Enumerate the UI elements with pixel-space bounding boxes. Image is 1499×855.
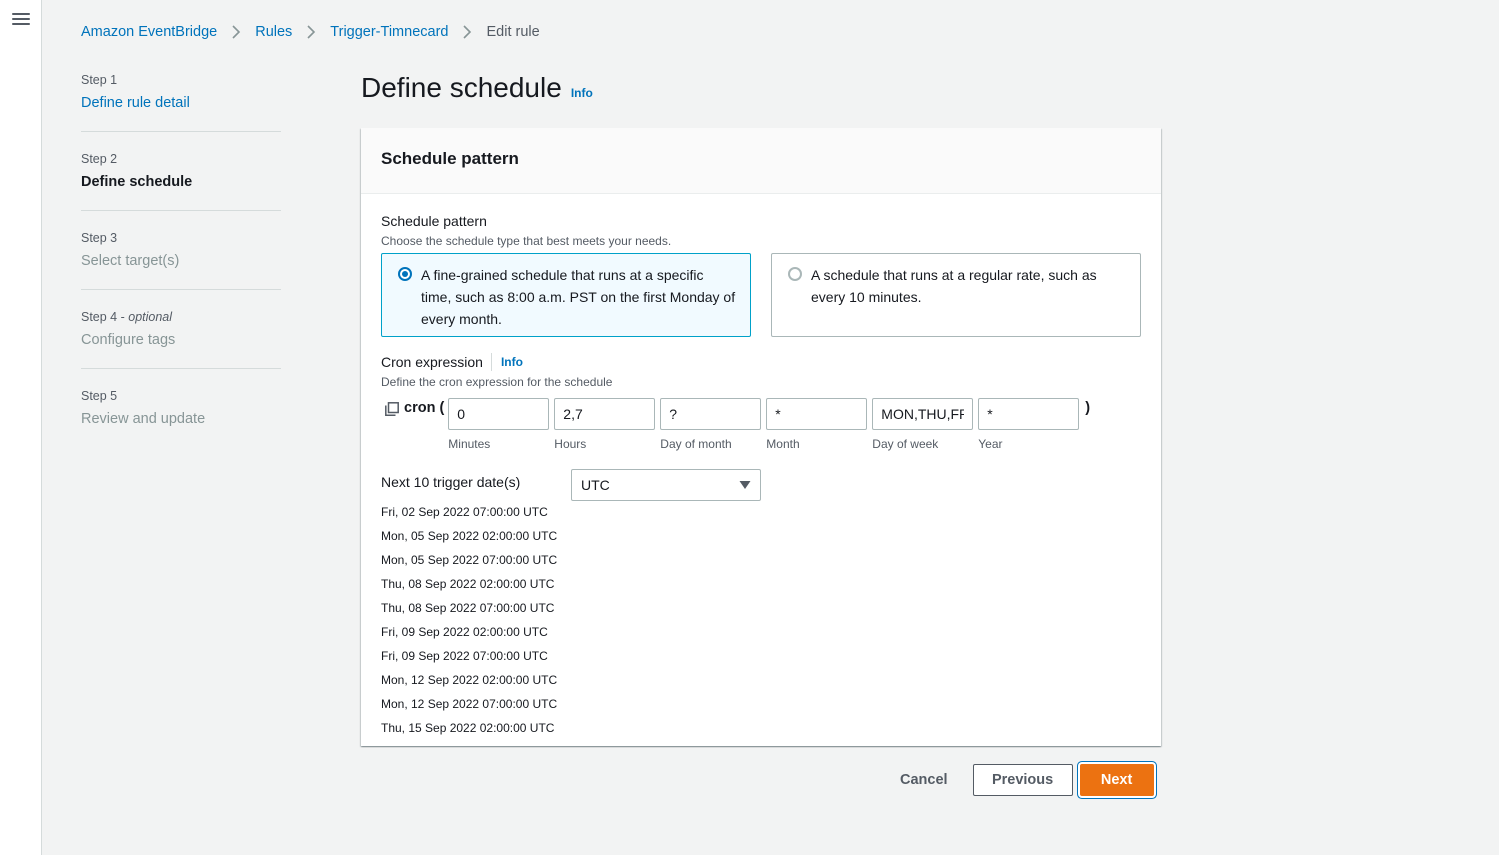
step-define-rule-detail[interactable]: Define rule detail: [81, 93, 281, 113]
next-trigger-section: Next 10 trigger date(s) Fri, 02 Sep 2022…: [381, 469, 1141, 744]
step-define-schedule: Define schedule: [81, 174, 193, 190]
step-4: Step 4 - optional Configure tags: [81, 309, 281, 369]
trigger-date: Thu, 08 Sep 2022 07:00:00 UTC: [381, 601, 555, 615]
cron-expression-label: Cron expression: [381, 353, 492, 371]
cron-field-month: Month: [766, 398, 868, 451]
timezone-value: UTC: [581, 477, 610, 493]
step-review-and-update: Review and update: [81, 411, 206, 427]
step-configure-tags: Configure tags: [81, 332, 176, 348]
chevron-right-icon: [462, 25, 472, 39]
trigger-date: Mon, 05 Sep 2022 07:00:00 UTC: [381, 553, 558, 567]
radio-button[interactable]: [398, 267, 412, 281]
cron-close: ): [1085, 400, 1091, 416]
chevron-right-icon: [306, 25, 316, 39]
panel-body: Schedule pattern Choose the schedule typ…: [361, 194, 1161, 744]
wizard-actions: Cancel Previous Next: [880, 764, 1154, 796]
step-number: Step 1: [81, 73, 118, 87]
copy-icon[interactable]: [385, 402, 399, 416]
side-rail: [0, 0, 42, 855]
step-number: Step 4 - optional: [81, 310, 173, 324]
breadcrumb-eventbridge[interactable]: Amazon EventBridge: [81, 24, 217, 40]
page-header: Define schedule Info: [361, 72, 593, 104]
schedule-pattern-panel: Schedule pattern Schedule pattern Choose…: [361, 128, 1161, 746]
cron-info-link[interactable]: Info: [501, 355, 523, 369]
cron-label-row: Cron expression Info: [381, 353, 1141, 371]
tile-rate-schedule[interactable]: A schedule that runs at a regular rate, …: [771, 253, 1141, 337]
cron-field-label: Month: [766, 437, 800, 451]
trigger-date: Fri, 02 Sep 2022 07:00:00 UTC: [381, 505, 548, 519]
step-number: Step 3: [81, 231, 118, 245]
cron-minutes-input[interactable]: [448, 398, 550, 430]
cron-field-year: Year: [978, 398, 1080, 451]
step-number: Step 2: [81, 152, 118, 166]
trigger-date: Fri, 09 Sep 2022 02:00:00 UTC: [381, 625, 548, 639]
cron-field-hours: Hours: [554, 398, 656, 451]
panel-header: Schedule pattern: [361, 128, 1161, 194]
tile-label: A fine-grained schedule that runs at a s…: [421, 267, 736, 327]
trigger-date: Mon, 12 Sep 2022 02:00:00 UTC: [381, 673, 558, 687]
trigger-date: Mon, 12 Sep 2022 07:00:00 UTC: [381, 697, 558, 711]
tile-fine-grained-schedule[interactable]: A fine-grained schedule that runs at a s…: [381, 253, 751, 337]
trigger-date-list: Fri, 02 Sep 2022 07:00:00 UTC Mon, 05 Se…: [381, 504, 571, 744]
cron-day-of-week-input[interactable]: [872, 398, 974, 430]
cron-field-day-of-week: Day of week: [872, 398, 974, 451]
step-select-targets: Select target(s): [81, 253, 180, 269]
trigger-date: Fri, 09 Sep 2022 07:00:00 UTC: [381, 649, 548, 663]
cron-field-label: Hours: [554, 437, 587, 451]
info-link[interactable]: Info: [571, 86, 593, 100]
breadcrumb: Amazon EventBridge Rules Trigger-Timneca…: [81, 24, 540, 40]
tile-label: A schedule that runs at a regular rate, …: [811, 267, 1097, 305]
cron-field-label: Year: [978, 437, 1003, 451]
step-2: Step 2 Define schedule: [81, 151, 281, 211]
cron-field-label: Minutes: [448, 437, 491, 451]
page-title: Define schedule: [361, 72, 562, 103]
panel-title: Schedule pattern: [381, 149, 519, 168]
step-3: Step 3 Select target(s): [81, 230, 281, 290]
next-trigger-title: Next 10 trigger date(s): [381, 474, 521, 490]
schedule-type-tiles: A fine-grained schedule that runs at a s…: [381, 253, 1141, 337]
hamburger-menu-icon[interactable]: [12, 10, 30, 26]
step-number: Step 5: [81, 389, 118, 403]
chevron-right-icon: [231, 25, 241, 39]
radio-button[interactable]: [788, 267, 802, 281]
wizard-steps: Step 1 Define rule detail Step 2 Define …: [81, 72, 281, 466]
breadcrumb-current: Edit rule: [486, 24, 540, 40]
cron-day-of-month-input[interactable]: [660, 398, 762, 430]
schedule-pattern-description: Choose the schedule type that best meets…: [381, 234, 672, 248]
timezone-select[interactable]: UTC: [571, 469, 761, 501]
previous-button[interactable]: Previous: [972, 764, 1073, 796]
trigger-date: Thu, 15 Sep 2022 02:00:00 UTC: [381, 721, 555, 735]
trigger-date: Mon, 05 Sep 2022 02:00:00 UTC: [381, 529, 558, 543]
next-button[interactable]: Next: [1079, 764, 1154, 796]
step-1: Step 1 Define rule detail: [81, 72, 281, 132]
cron-year-input[interactable]: [978, 398, 1080, 430]
cron-field-label: Day of month: [660, 437, 732, 451]
cron-month-input[interactable]: [766, 398, 868, 430]
breadcrumb-rules[interactable]: Rules: [255, 24, 292, 40]
schedule-pattern-label: Schedule pattern: [381, 213, 487, 229]
cron-description: Define the cron expression for the sched…: [381, 375, 613, 389]
cron-expression-row: cron ( Minutes Hours Day of month Month …: [381, 398, 1141, 451]
trigger-date: Thu, 08 Sep 2022 02:00:00 UTC: [381, 577, 555, 591]
cron-field-label: Day of week: [872, 437, 939, 451]
next-trigger-column: Next 10 trigger date(s) Fri, 02 Sep 2022…: [381, 469, 571, 744]
cron-field-day-of-month: Day of month: [660, 398, 762, 451]
breadcrumb-rule-name[interactable]: Trigger-Timnecard: [330, 24, 448, 40]
cron-hours-input[interactable]: [554, 398, 656, 430]
cron-field-minutes: Minutes: [448, 398, 550, 451]
caret-down-icon: [739, 481, 751, 489]
cancel-button[interactable]: Cancel: [880, 764, 968, 796]
step-5: Step 5 Review and update: [81, 388, 281, 447]
cron-open: cron (: [404, 400, 445, 416]
